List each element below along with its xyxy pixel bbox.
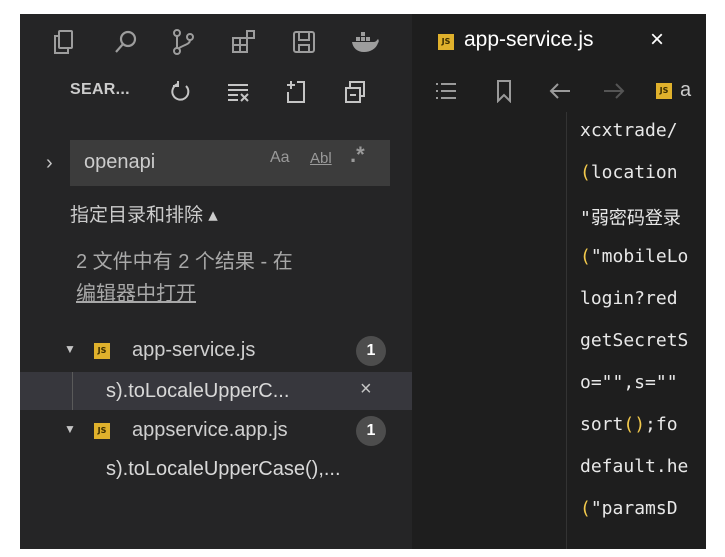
docker-icon[interactable] [350,28,379,56]
collapse-all-icon[interactable] [344,80,368,104]
toggle-replace-chevron-icon[interactable]: › [46,152,53,175]
result-summary-text: 2 文件中有 2 个结果 - 在 [76,251,293,273]
sidebar-header: SEAR... [20,70,412,112]
file-name: app-service.js [132,339,256,361]
open-in-editor-link[interactable]: 编辑器中打开 [76,278,293,310]
match-text: s).toLocaleUpperCase(),... [106,458,341,480]
breadcrumb-bar: JS a [412,70,706,112]
search-input-value: openapi [84,151,156,173]
vscode-window: SEAR... › openapi Aa Abl .* 指定目录和排除 ▴ 2 … [20,14,706,549]
code-editor[interactable]: xcxtrade/ (location "弱密码登录 ("mobileLo login?… [412,112,706,549]
js-file-icon: JS [438,34,454,50]
match-row[interactable]: s).toLocaleUpperCase(),... [20,452,412,490]
editor-tab-bar: JS app-service.js × [412,14,706,70]
code-line: ("paramsD [580,498,678,519]
search-icon[interactable] [112,28,140,56]
match-count-badge: 1 [356,416,386,446]
tab-label: app-service.js [464,28,594,51]
code-line: xcxtrade/ [580,120,678,141]
match-case-toggle[interactable]: Aa [270,149,290,167]
file-result-row[interactable]: ▼ JS appservice.app.js 1 [20,412,412,450]
code-line: (location [580,162,678,183]
match-text: s).toLocaleUpperC... [106,380,290,402]
outline-list-icon[interactable] [434,79,458,103]
extensions-icon[interactable] [230,28,258,56]
bookmark-icon[interactable] [492,79,516,104]
back-arrow-icon[interactable] [548,79,572,103]
result-summary: 2 文件中有 2 个结果 - 在 编辑器中打开 [76,246,293,310]
match-whole-word-toggle[interactable]: Abl [310,150,332,167]
indent-guide [72,372,73,410]
file-name: appservice.app.js [132,419,288,441]
code-line: getSecretS [580,330,689,351]
js-file-icon: JS [94,423,110,439]
file-result-row[interactable]: ▼ JS app-service.js 1 [20,332,412,370]
sidebar-title: SEAR... [70,81,130,98]
code-line: ("mobileLo [580,246,689,267]
breadcrumb-file-name[interactable]: a [680,79,691,102]
close-tab-icon[interactable]: × [650,26,664,54]
code-line: login?red [580,288,678,309]
new-search-editor-icon[interactable] [284,80,308,104]
search-input[interactable]: openapi Aa Abl .* [70,140,390,186]
expand-triangle-icon[interactable]: ▼ [64,342,76,356]
dismiss-match-icon[interactable]: × [360,378,372,401]
refresh-icon[interactable] [168,80,192,104]
match-count-badge: 1 [356,336,386,366]
search-sidebar: SEAR... › openapi Aa Abl .* 指定目录和排除 ▴ 2 … [20,70,412,549]
code-line: "弱密码登录 [580,208,681,229]
expand-triangle-icon[interactable]: ▼ [64,422,76,436]
regex-toggle[interactable]: .* [350,142,365,168]
source-control-icon[interactable] [170,28,198,56]
code-line: o="",s="" [580,372,678,393]
forward-arrow-icon[interactable] [602,79,626,103]
indent-guide [566,112,567,549]
js-file-icon: JS [656,83,672,99]
explorer-icon[interactable] [50,28,78,56]
activity-bar [20,14,412,70]
include-exclude-toggle[interactable]: 指定目录和排除 ▴ [70,200,218,227]
clear-results-icon[interactable] [226,80,250,104]
tab-app-service[interactable]: JS app-service.js × [412,14,706,70]
remote-explorer-icon[interactable] [290,28,318,56]
js-file-icon: JS [94,343,110,359]
code-line: sort();fo [580,414,678,435]
code-line: default.he [580,456,689,477]
match-row-selected[interactable]: s).toLocaleUpperC... × [20,372,412,410]
